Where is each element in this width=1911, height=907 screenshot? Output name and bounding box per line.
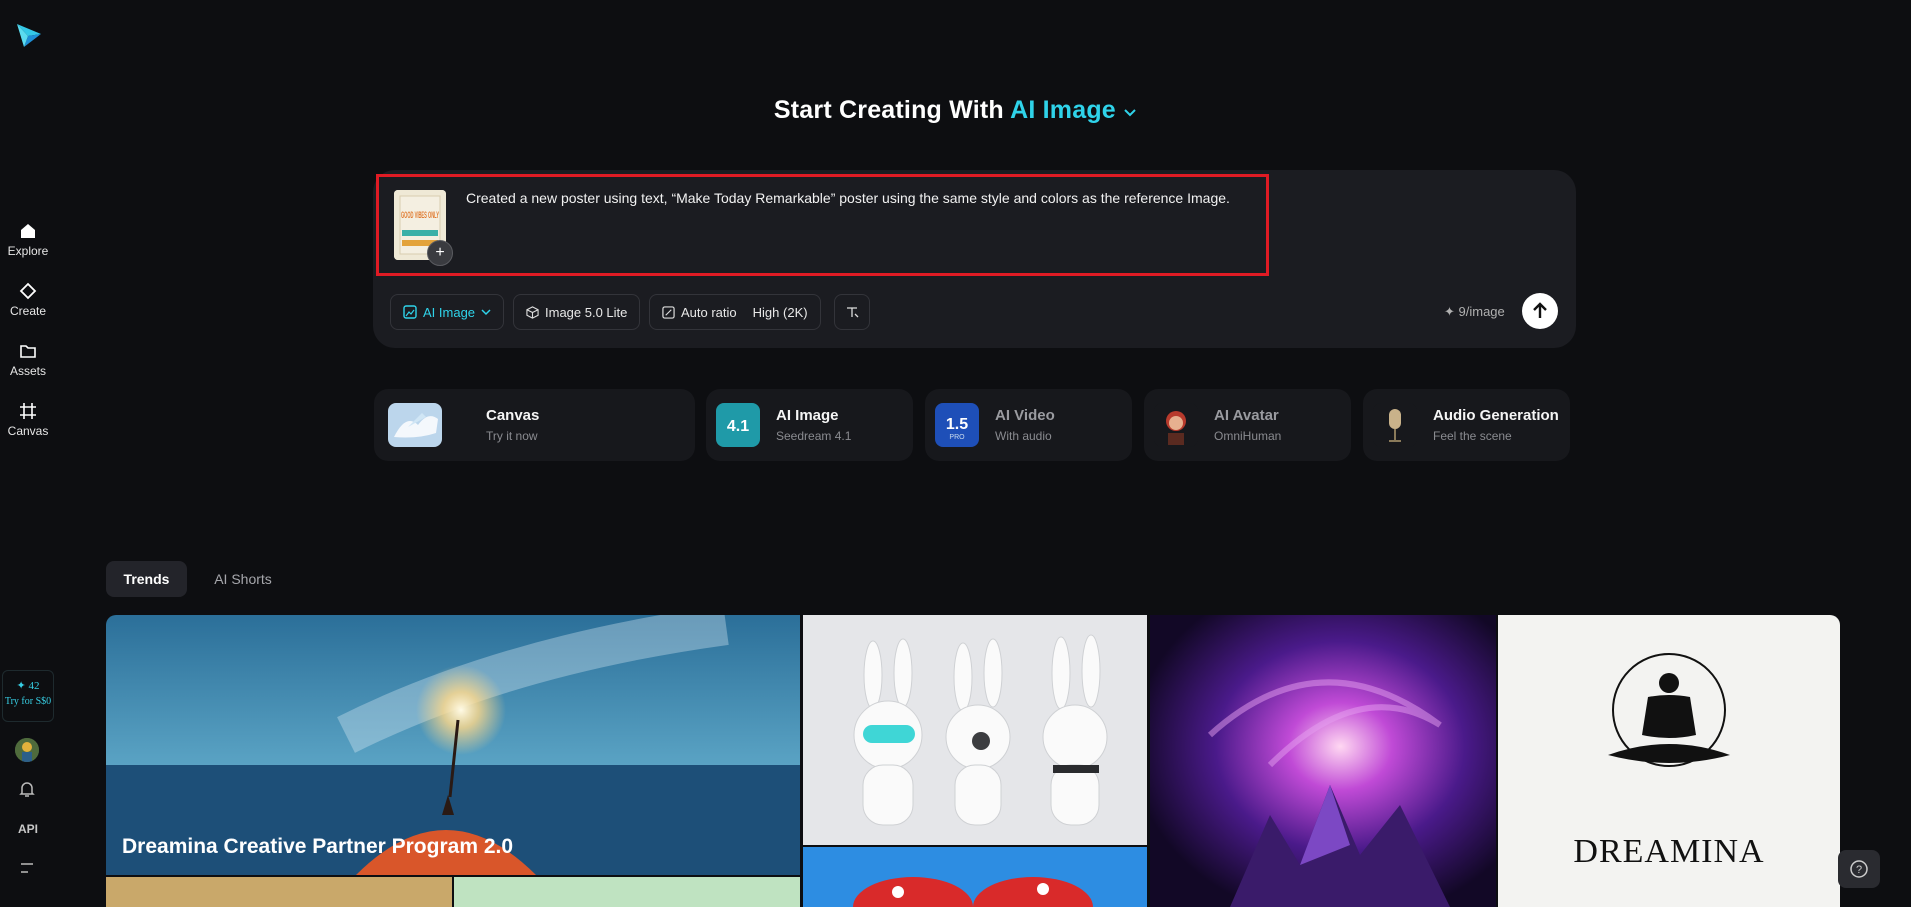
ratio-label: Auto ratio bbox=[681, 304, 737, 320]
banner-title: Dreamina Creative Partner Program 2.0 bbox=[122, 835, 514, 858]
credit-cost: ✦ 9/image bbox=[1444, 304, 1505, 319]
audio-card-icon bbox=[1373, 403, 1417, 447]
gallery-banner[interactable]: Dreamina Creative Partner Program 2.0 bbox=[106, 615, 800, 875]
galaxy-image bbox=[1150, 615, 1496, 907]
sidebar-item-label: Create bbox=[9, 304, 47, 318]
help-icon: ? bbox=[1850, 860, 1868, 878]
send-button[interactable] bbox=[1522, 293, 1558, 329]
arrow-up-icon bbox=[1533, 302, 1547, 318]
ai-image-card-icon: 4.1 bbox=[716, 403, 760, 447]
canvas-card-image bbox=[388, 403, 442, 447]
feature-card-subtitle: Try it now bbox=[486, 429, 538, 443]
mode-dropdown[interactable]: AI Image bbox=[390, 294, 505, 330]
mode-dropdown-label: AI Image bbox=[423, 304, 476, 320]
sidebar-item-assets[interactable]: Assets bbox=[0, 342, 56, 378]
gallery-tile-mushroom[interactable] bbox=[803, 847, 1147, 907]
image-icon bbox=[403, 305, 417, 319]
ai-video-card-icon: 1.5 PRO bbox=[935, 403, 979, 447]
text-style-button[interactable] bbox=[834, 294, 870, 330]
credits-promo[interactable]: ✦ 42 Try for S$0 bbox=[2, 670, 54, 722]
ai-avatar-card-icon bbox=[1154, 403, 1198, 447]
help-button[interactable]: ? bbox=[1838, 850, 1880, 888]
feature-card-title: AI Avatar bbox=[1214, 407, 1279, 424]
gallery-tile-bunnies[interactable] bbox=[803, 615, 1147, 845]
credits-count: ✦ 42 bbox=[16, 680, 40, 692]
feature-card-ai-avatar[interactable]: AI Avatar OmniHuman bbox=[1144, 389, 1351, 461]
feature-card-ai-image[interactable]: 4.1 AI Image Seedream 4.1 bbox=[706, 389, 913, 461]
gallery-tile-dreamina-logo[interactable]: DREAMINA bbox=[1498, 615, 1840, 907]
feature-card-subtitle: Seedream 4.1 bbox=[776, 429, 852, 443]
sidebar-item-explore[interactable]: Explore bbox=[0, 222, 56, 258]
tab-ai-shorts[interactable]: AI Shorts bbox=[200, 561, 286, 597]
promo-label: Try for S$0 bbox=[4, 696, 52, 707]
gallery-tile[interactable] bbox=[106, 877, 452, 907]
avatar[interactable] bbox=[15, 738, 39, 762]
page-title: Start Creating With AI Image bbox=[0, 96, 1911, 125]
menu-icon[interactable] bbox=[19, 861, 37, 875]
dreamina-wordmark: DREAMINA bbox=[1573, 833, 1765, 870]
sidebar-item-label: Assets bbox=[9, 364, 46, 378]
prompt-input[interactable]: Created a new poster using text, “Make T… bbox=[466, 190, 1230, 206]
api-link[interactable]: API bbox=[0, 822, 56, 836]
folder-icon bbox=[20, 345, 36, 358]
mode-switcher-label: AI Image bbox=[1010, 96, 1116, 124]
text-format-icon bbox=[847, 307, 859, 318]
chevron-down-icon bbox=[481, 309, 491, 316]
tab-trends[interactable]: Trends bbox=[106, 561, 187, 597]
bunnies-image bbox=[803, 615, 1147, 845]
sidebar: Explore Create Assets Canvas ✦ 42 Try fo… bbox=[0, 0, 56, 907]
feature-card-audio-generation[interactable]: Audio Generation Feel the scene bbox=[1363, 389, 1570, 461]
svg-text:?: ? bbox=[1856, 864, 1862, 876]
gallery-tile-galaxy[interactable] bbox=[1150, 615, 1496, 907]
card-badge: 1.5 bbox=[946, 416, 968, 433]
feature-card-title: AI Video bbox=[995, 407, 1055, 424]
model-selector-label: Image 5.0 Lite bbox=[545, 304, 628, 320]
home-icon bbox=[21, 224, 35, 238]
diamond-icon bbox=[19, 282, 37, 300]
sidebar-item-label: Canvas bbox=[7, 424, 49, 438]
feature-card-subtitle: Feel the scene bbox=[1433, 429, 1512, 443]
chevron-down-icon bbox=[1124, 109, 1136, 117]
bell-icon[interactable] bbox=[18, 780, 36, 798]
feature-card-title: Canvas bbox=[486, 407, 540, 424]
card-badge: 4.1 bbox=[727, 418, 749, 435]
cube-icon bbox=[526, 305, 539, 319]
ratio-icon bbox=[662, 305, 675, 319]
canvas-icon bbox=[20, 403, 36, 419]
mode-switcher[interactable]: AI Image bbox=[1010, 96, 1137, 124]
mushroom-image bbox=[803, 847, 1147, 907]
sidebar-item-label: Explore bbox=[7, 244, 49, 258]
feature-card-title: AI Image bbox=[776, 407, 839, 424]
model-selector[interactable]: Image 5.0 Lite bbox=[513, 294, 641, 330]
feature-card-ai-video[interactable]: 1.5 PRO AI Video With audio bbox=[925, 389, 1132, 461]
title-prefix: Start Creating With bbox=[773, 96, 1004, 124]
ratio-quality-selector[interactable]: Auto ratio High (2K) bbox=[649, 294, 821, 330]
dreamina-logo-icon[interactable] bbox=[14, 20, 44, 50]
avatar-image bbox=[15, 738, 39, 762]
feature-card-subtitle: OmniHuman bbox=[1214, 429, 1282, 443]
card-badge-sub: PRO bbox=[949, 434, 965, 441]
sidebar-item-create[interactable]: Create bbox=[0, 282, 56, 318]
feature-card-canvas[interactable]: Canvas Try it now bbox=[374, 389, 695, 461]
feature-card-subtitle: With audio bbox=[995, 429, 1052, 443]
quality-label: High (2K) bbox=[752, 304, 808, 320]
gallery-tile[interactable] bbox=[454, 877, 800, 907]
feature-card-title: Audio Generation bbox=[1433, 407, 1559, 424]
sidebar-item-canvas[interactable]: Canvas bbox=[0, 402, 56, 438]
